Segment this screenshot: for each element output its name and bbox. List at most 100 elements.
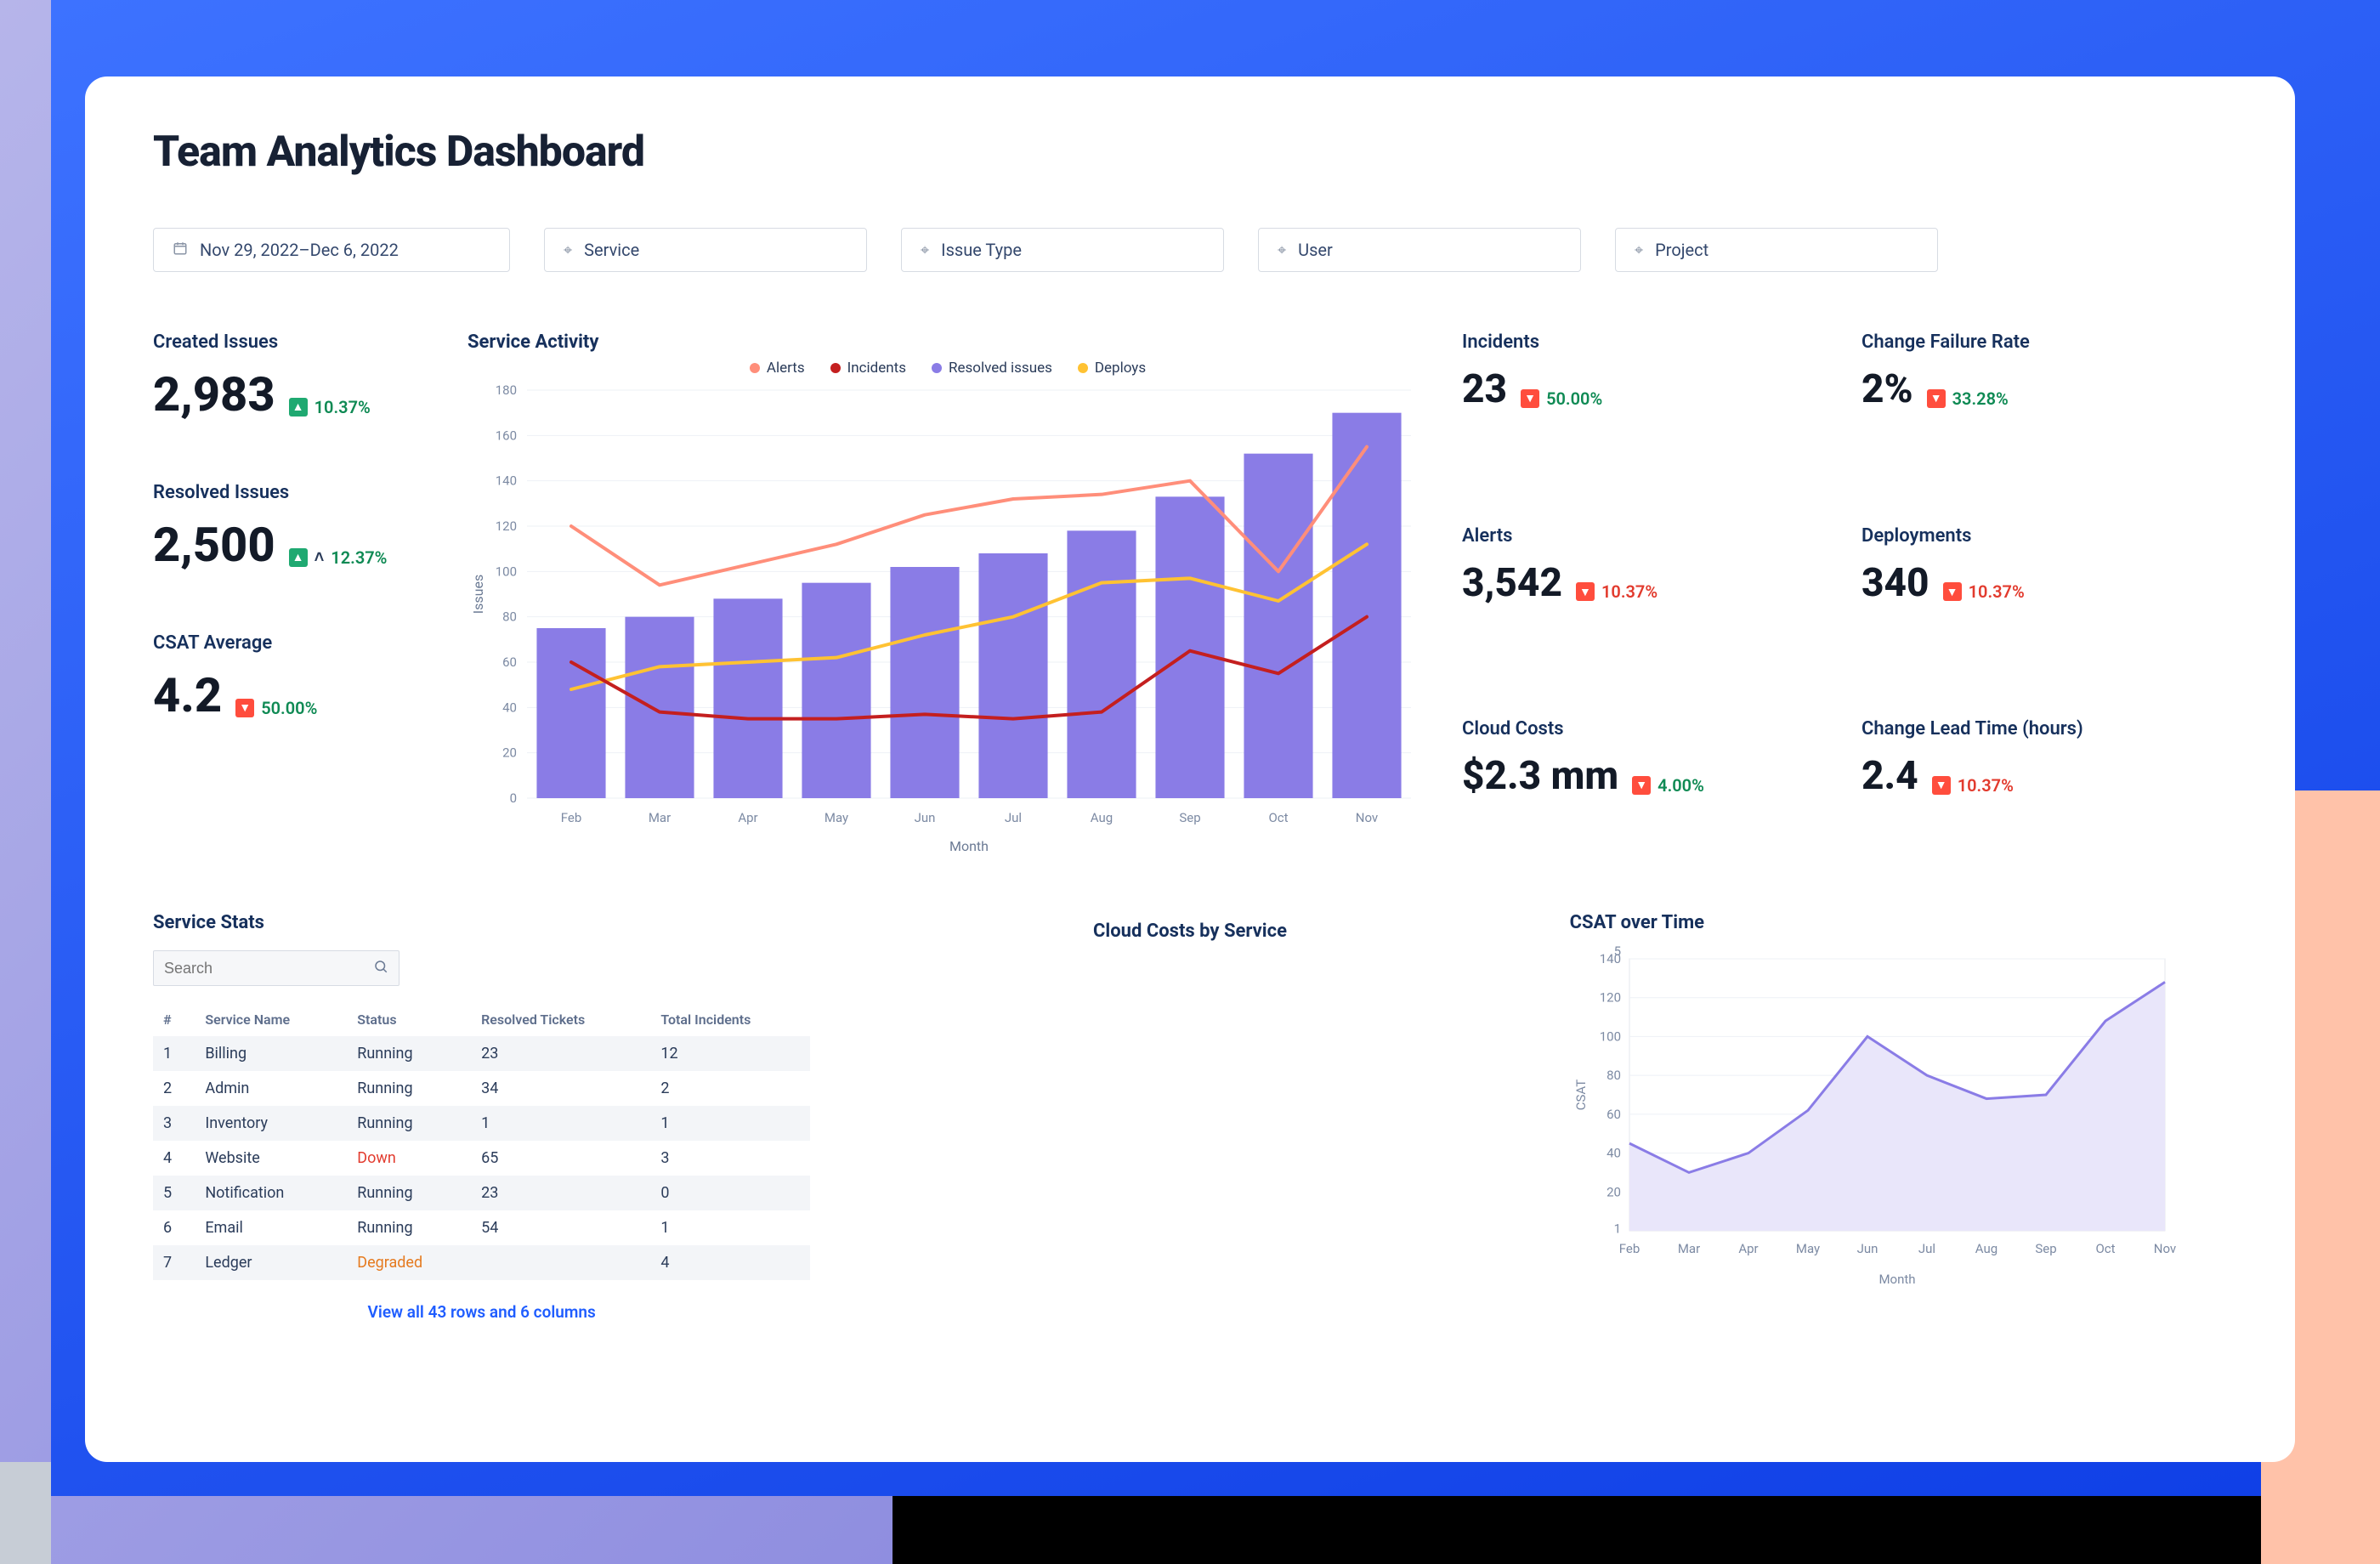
table-cell: Running bbox=[347, 1036, 471, 1071]
metric-delta: ▼10.37% bbox=[1932, 775, 2014, 796]
svg-text:Feb: Feb bbox=[1618, 1241, 1640, 1256]
table-row[interactable]: 3InventoryRunning11 bbox=[153, 1106, 810, 1141]
filter-bar: Nov 29, 2022–Dec 6, 2022 ⌖ Service ⌖ Iss… bbox=[153, 228, 2227, 272]
filter-date[interactable]: Nov 29, 2022–Dec 6, 2022 bbox=[153, 228, 510, 272]
search-input[interactable] bbox=[164, 960, 365, 978]
metric-label: Incidents bbox=[1462, 332, 1828, 353]
table-cell: 12 bbox=[650, 1036, 810, 1071]
svg-text:100: 100 bbox=[1599, 1028, 1620, 1044]
metric-created-issues: Created Issues 2,983 ▲ 10.37% bbox=[153, 332, 434, 422]
legend-label: Alerts bbox=[767, 360, 805, 377]
table-header[interactable]: Service Name bbox=[195, 1003, 347, 1036]
table-row[interactable]: 4WebsiteDown653 bbox=[153, 1141, 810, 1176]
metric-label: Change Failure Rate bbox=[1862, 332, 2227, 353]
metric-label: Change Lead Time (hours) bbox=[1862, 718, 2227, 740]
delta-text: 10.37% bbox=[314, 397, 371, 417]
metric-value: 2% bbox=[1862, 366, 1913, 412]
table-cell: 23 bbox=[471, 1036, 650, 1071]
table-row[interactable]: 6EmailRunning541 bbox=[153, 1210, 810, 1245]
arrow-down-icon: ▼ bbox=[1521, 389, 1539, 408]
metric-change-failure-rate: Change Failure Rate 2% ▼33.28% bbox=[1862, 332, 2227, 474]
metric-csat-average: CSAT Average 4.2 ▼ 50.00% bbox=[153, 632, 434, 723]
metric-resolved-issues: Resolved Issues 2,500 ▲ ˄ 12.37% bbox=[153, 482, 434, 573]
svg-text:180: 180 bbox=[496, 382, 517, 398]
metric-value: 23 bbox=[1462, 366, 1507, 412]
svg-text:80: 80 bbox=[502, 609, 517, 625]
table-cell: Running bbox=[347, 1071, 471, 1106]
delta-text: 10.37% bbox=[1969, 581, 2025, 602]
filter-icon: ⌖ bbox=[564, 241, 572, 259]
filter-project[interactable]: ⌖ Project bbox=[1615, 228, 1938, 272]
search-icon bbox=[373, 959, 388, 978]
cloud-costs-panel: Cloud Costs by Service bbox=[861, 912, 1518, 1322]
svg-text:Month: Month bbox=[1878, 1272, 1915, 1287]
svg-text:100: 100 bbox=[496, 564, 517, 579]
table-cell: 23 bbox=[471, 1176, 650, 1210]
metric-delta: ▼4.00% bbox=[1632, 775, 1704, 796]
filter-user[interactable]: ⌖ User bbox=[1258, 228, 1581, 272]
table-header[interactable]: Total Incidents bbox=[650, 1003, 810, 1036]
table-header[interactable]: # bbox=[153, 1003, 195, 1036]
service-stats-panel: Service Stats #Service NameStatusResolve… bbox=[153, 912, 810, 1322]
table-header[interactable]: Resolved Tickets bbox=[471, 1003, 650, 1036]
table-cell: Notification bbox=[195, 1176, 347, 1210]
svg-text:160: 160 bbox=[496, 428, 517, 443]
svg-text:May: May bbox=[824, 810, 848, 825]
service-activity-panel: Service Activity Alerts Incidents Resolv… bbox=[468, 332, 1428, 861]
arrow-down-icon: ▼ bbox=[1576, 582, 1595, 601]
filter-icon: ⌖ bbox=[1635, 241, 1643, 259]
svg-text:Nov: Nov bbox=[1356, 810, 1378, 825]
delta-text: 10.37% bbox=[1958, 775, 2014, 796]
legend-dot-alerts bbox=[750, 363, 760, 373]
table-header[interactable]: Status bbox=[347, 1003, 471, 1036]
table-row[interactable]: 1BillingRunning2312 bbox=[153, 1036, 810, 1071]
svg-text:May: May bbox=[1796, 1241, 1820, 1256]
table-cell: 1 bbox=[650, 1210, 810, 1245]
main-grid: Created Issues 2,983 ▲ 10.37% Resolved I… bbox=[153, 332, 2227, 861]
delta-text: 33.28% bbox=[1952, 388, 2009, 409]
table-row[interactable]: 7LedgerDegraded4 bbox=[153, 1245, 810, 1280]
metric-value: 2.4 bbox=[1862, 753, 1918, 799]
svg-text:80: 80 bbox=[1606, 1068, 1621, 1083]
panel-title: Service Stats bbox=[153, 912, 810, 933]
panel-title: CSAT over Time bbox=[1570, 912, 2227, 933]
svg-text:1: 1 bbox=[1613, 1221, 1620, 1237]
svg-text:120: 120 bbox=[496, 518, 517, 534]
svg-text:60: 60 bbox=[1606, 1107, 1621, 1122]
legend-dot-incidents bbox=[830, 363, 841, 373]
metric-alerts: Alerts 3,542 ▼10.37% bbox=[1462, 525, 1828, 668]
table-cell: 6 bbox=[153, 1210, 195, 1245]
svg-text:Jul: Jul bbox=[1918, 1241, 1935, 1256]
svg-text:Oct: Oct bbox=[2095, 1241, 2115, 1256]
table-cell: Admin bbox=[195, 1071, 347, 1106]
metric-value: $2.3 mm bbox=[1462, 753, 1618, 799]
svg-text:5: 5 bbox=[1613, 944, 1620, 959]
table-cell: 3 bbox=[650, 1141, 810, 1176]
svg-text:Oct: Oct bbox=[1268, 810, 1288, 825]
svg-text:140: 140 bbox=[496, 473, 517, 489]
table-cell: 1 bbox=[471, 1106, 650, 1141]
calendar-icon bbox=[173, 241, 188, 260]
metric-label: Alerts bbox=[1462, 525, 1828, 547]
metric-delta: ▼50.00% bbox=[1521, 388, 1602, 409]
table-cell: 1 bbox=[153, 1036, 195, 1071]
table-cell: 0 bbox=[650, 1176, 810, 1210]
caret-up-icon: ˄ bbox=[314, 547, 325, 568]
metric-change-lead-time: Change Lead Time (hours) 2.4 ▼10.37% bbox=[1862, 718, 2227, 861]
table-cell: Ledger bbox=[195, 1245, 347, 1280]
table-cell: 7 bbox=[153, 1245, 195, 1280]
chart-title: Service Activity bbox=[468, 332, 1428, 353]
table-cell: Email bbox=[195, 1210, 347, 1245]
metric-delta: ▼10.37% bbox=[1943, 581, 2025, 602]
panel-title: Cloud Costs by Service bbox=[861, 921, 1518, 942]
filter-service[interactable]: ⌖ Service bbox=[544, 228, 867, 272]
arrow-down-icon: ▼ bbox=[235, 699, 254, 717]
svg-text:60: 60 bbox=[502, 654, 517, 670]
table-row[interactable]: 5NotificationRunning230 bbox=[153, 1176, 810, 1210]
service-stats-search[interactable] bbox=[153, 950, 400, 986]
table-row[interactable]: 2AdminRunning342 bbox=[153, 1071, 810, 1106]
filter-issue-type-label: Issue Type bbox=[941, 240, 1022, 260]
svg-text:40: 40 bbox=[502, 700, 517, 715]
view-all-link[interactable]: View all 43 rows and 6 columns bbox=[153, 1302, 810, 1322]
filter-issue-type[interactable]: ⌖ Issue Type bbox=[901, 228, 1224, 272]
